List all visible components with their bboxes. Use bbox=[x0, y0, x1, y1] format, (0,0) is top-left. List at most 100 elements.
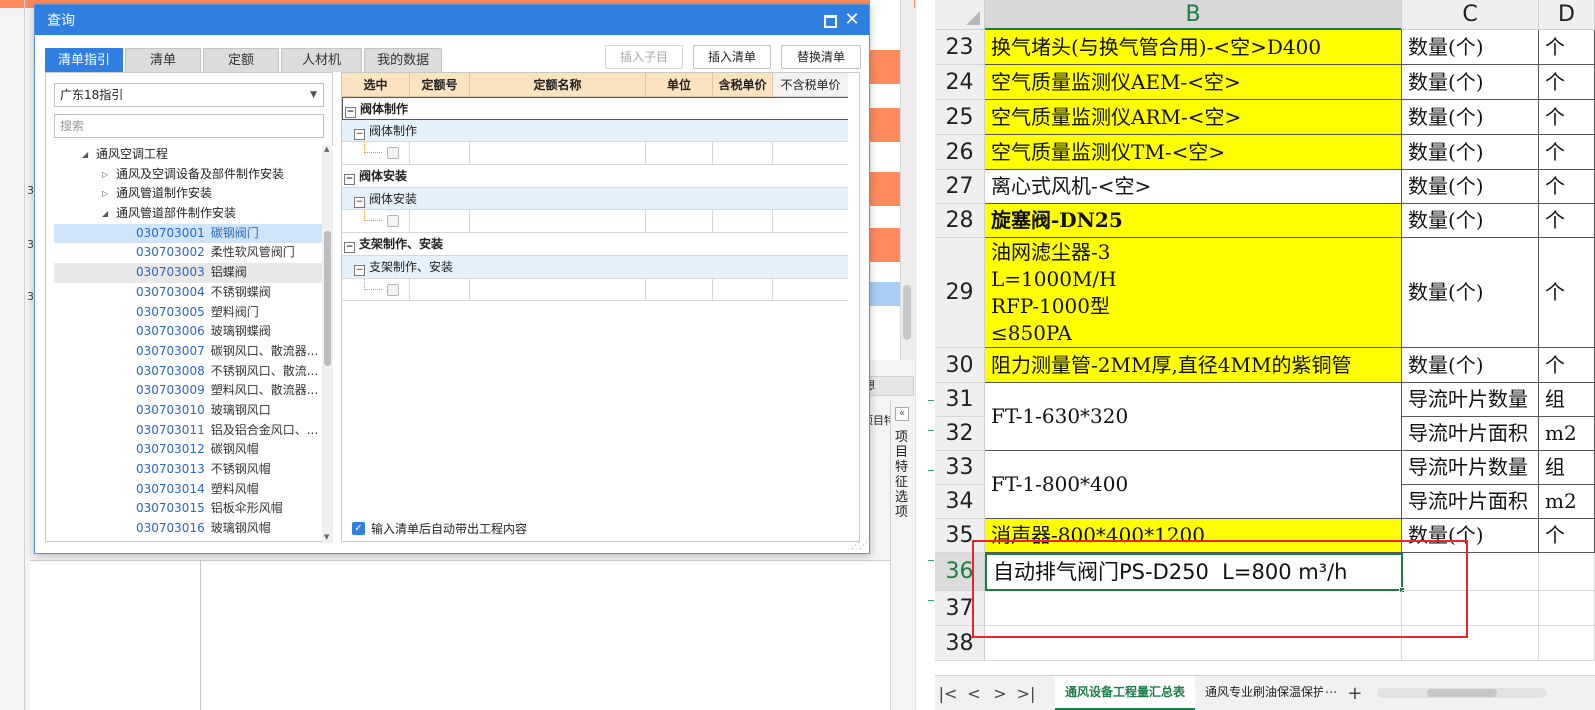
insert-child-button[interactable]: 插入子目 bbox=[605, 45, 683, 69]
row-header[interactable]: 24 bbox=[935, 65, 985, 100]
cell-c29[interactable]: 数量(个) bbox=[1402, 238, 1539, 348]
tree-leaf-item[interactable]: 030703012 碳钢风帽 bbox=[54, 440, 322, 460]
cell-c30[interactable]: 数量(个) bbox=[1402, 348, 1539, 383]
cell-d36[interactable] bbox=[1539, 553, 1595, 591]
sheet-tab-insulation[interactable]: 通风专业刷油保温保护 bbox=[1195, 676, 1323, 710]
cell-c23[interactable]: 数量(个) bbox=[1402, 30, 1539, 65]
collapsed-arrow-icon[interactable]: ▷ bbox=[102, 184, 108, 204]
cell-b27[interactable]: 离心式风机-<空> bbox=[985, 170, 1402, 204]
add-sheet-icon[interactable]: + bbox=[1347, 683, 1362, 704]
row-header[interactable]: 25 bbox=[935, 100, 985, 135]
prev-sheet-icon[interactable]: < bbox=[961, 684, 987, 703]
cell-d26[interactable]: 个 bbox=[1539, 135, 1595, 170]
row-header[interactable]: 31 bbox=[935, 383, 985, 417]
cell-d34[interactable]: m2 bbox=[1539, 485, 1595, 519]
cell-c27[interactable]: 数量(个) bbox=[1402, 170, 1539, 204]
last-sheet-icon[interactable]: >| bbox=[1013, 684, 1039, 703]
column-header-b[interactable]: B bbox=[985, 0, 1402, 30]
grid-header-tax-price[interactable]: 含税单价 bbox=[713, 73, 773, 97]
cell-b28[interactable]: 旋塞阀-DN25 bbox=[985, 204, 1402, 238]
cell-d35[interactable]: 个 bbox=[1539, 519, 1595, 553]
cell-c32[interactable]: 导流叶片面积 bbox=[1402, 417, 1539, 451]
cell-d23[interactable]: 个 bbox=[1539, 30, 1595, 65]
tree-leaf-item[interactable]: 030703005 塑料阀门 bbox=[54, 303, 322, 323]
grid-group-row[interactable]: − 阀体制作 bbox=[342, 97, 849, 120]
tree-node-group[interactable]: ▷ 通风及空调设备及部件制作安装 bbox=[54, 165, 322, 185]
replace-list-button[interactable]: 替换清单(R) bbox=[781, 45, 861, 86]
cell-d28[interactable]: 个 bbox=[1539, 204, 1595, 238]
tab-list[interactable]: 清单 bbox=[125, 48, 202, 72]
first-sheet-icon[interactable]: |< bbox=[935, 684, 961, 703]
grid-item-row[interactable] bbox=[342, 142, 849, 166]
horizontal-scrollbar[interactable] bbox=[1376, 688, 1547, 698]
tab-quota[interactable]: 定额 bbox=[203, 48, 280, 72]
tree-node-root[interactable]: ◢ 通风空调工程 bbox=[54, 145, 322, 165]
collapse-icon[interactable]: − bbox=[345, 107, 356, 118]
tree-leaf-item[interactable]: 030703006 玻璃钢蝶阀 bbox=[54, 322, 322, 342]
cell-c25[interactable]: 数量(个) bbox=[1402, 100, 1539, 135]
tree-leaf-item[interactable]: 030703010 玻璃钢风口 bbox=[54, 401, 322, 421]
grid-subgroup-row[interactable]: − 支架制作、安装 bbox=[342, 255, 849, 279]
close-icon[interactable]: ✕ bbox=[843, 11, 861, 29]
cell-c33[interactable]: 导流叶片数量 bbox=[1402, 451, 1539, 485]
next-sheet-icon[interactable]: > bbox=[987, 684, 1013, 703]
row-checkbox[interactable] bbox=[387, 283, 399, 296]
dialog-titlebar[interactable]: 查询 ✕ bbox=[35, 5, 869, 35]
expanded-arrow-icon[interactable]: ◢ bbox=[82, 145, 88, 165]
cell-c26[interactable]: 数量(个) bbox=[1402, 135, 1539, 170]
grid-item-row[interactable] bbox=[342, 278, 849, 302]
tree-leaf-item[interactable]: 030703013 不锈钢风帽 bbox=[54, 460, 322, 480]
cell-b24[interactable]: 空气质量监测仪AEM-<空> bbox=[985, 65, 1402, 100]
cell-d32[interactable]: m2 bbox=[1539, 417, 1595, 451]
insert-list-button[interactable]: 插入清单(I) bbox=[693, 45, 771, 86]
row-checkbox[interactable] bbox=[387, 215, 399, 228]
column-header-c[interactable]: C bbox=[1402, 0, 1539, 30]
cell-b33[interactable]: FT-1-800*400 bbox=[985, 451, 1402, 519]
row-header[interactable]: 27 bbox=[935, 170, 985, 204]
feature-side-panel-label[interactable]: 项目特征选项 bbox=[895, 430, 909, 520]
grid-scrollbar[interactable] bbox=[848, 73, 859, 541]
grid-header-quota-name[interactable]: 定额名称 bbox=[470, 73, 646, 97]
horizontal-scrollbar-thumb[interactable] bbox=[1426, 689, 1497, 697]
collapse-icon[interactable]: − bbox=[354, 264, 365, 276]
row-header[interactable]: 33 bbox=[935, 451, 985, 485]
cell-b23[interactable]: 换气堵头(与换气管合用)-<空>D400 bbox=[985, 30, 1402, 65]
column-header-d[interactable]: D bbox=[1539, 0, 1595, 30]
sheet-tab-summary[interactable]: 通风设备工程量汇总表 bbox=[1055, 675, 1196, 710]
row-header[interactable]: 32 bbox=[935, 417, 985, 451]
cell-d29[interactable]: 个 bbox=[1539, 238, 1595, 348]
cell-b25[interactable]: 空气质量监测仪ARM-<空> bbox=[985, 100, 1402, 135]
auto-bring-checkbox[interactable]: ✓ bbox=[352, 522, 365, 535]
tree-leaf-item[interactable]: 030703007 碳钢风口、散流器... bbox=[54, 342, 322, 362]
grid-group-row[interactable]: − 支架制作、安装 bbox=[342, 233, 849, 256]
tree-leaf-item[interactable]: 030703009 塑料风口、散流器... bbox=[54, 381, 322, 401]
tree-leaf-item[interactable]: 030703003 铝蝶阀 bbox=[54, 263, 322, 283]
background-scrollbar-thumb[interactable] bbox=[903, 285, 911, 340]
row-checkbox[interactable] bbox=[387, 147, 399, 160]
maximize-icon[interactable] bbox=[821, 11, 839, 29]
cell-b30[interactable]: 阻力测量管-2MM厚,直径4MM的紫铜管 bbox=[985, 348, 1402, 383]
tree-leaf-item[interactable]: 030703011 铝及铝合金风口、... bbox=[54, 421, 322, 441]
collapsed-arrow-icon[interactable]: ▷ bbox=[102, 165, 108, 185]
row-header[interactable]: 29 bbox=[935, 238, 985, 348]
row-header[interactable]: 30 bbox=[935, 348, 985, 383]
row-header[interactable]: 28 bbox=[935, 204, 985, 238]
collapse-icon[interactable]: − bbox=[354, 196, 365, 208]
cell-c28[interactable]: 数量(个) bbox=[1402, 204, 1539, 238]
grid-header-notax-price[interactable]: 不含税单价 bbox=[773, 73, 849, 97]
tree-node-group[interactable]: ◢ 通风管道部件制作安装 bbox=[54, 204, 322, 224]
select-all-corner[interactable] bbox=[935, 0, 985, 30]
tree-node-group[interactable]: ▷ 通风管道制作安装 bbox=[54, 184, 322, 204]
scroll-down-icon[interactable]: ▼ bbox=[324, 533, 329, 541]
row-header[interactable]: 34 bbox=[935, 485, 985, 519]
cell-b29[interactable]: 油网滤尘器-3 L=1000M/H RFP-1000型 ≤850PA bbox=[985, 238, 1402, 348]
tree-leaf-item[interactable]: 030703008 不锈钢风口、散流... bbox=[54, 362, 322, 382]
grid-group-row[interactable]: − 阀体安装 bbox=[342, 165, 849, 188]
cell-d37[interactable] bbox=[1539, 591, 1595, 626]
tree-leaf-item[interactable]: 030703015 铝板伞形风帽 bbox=[54, 499, 322, 519]
tab-my-data[interactable]: 我的数据 bbox=[364, 48, 443, 72]
grid-header-unit[interactable]: 单位 bbox=[646, 73, 713, 97]
tree-leaf-item[interactable]: 030703004 不锈钢蝶阀 bbox=[54, 283, 322, 303]
tree-scrollbar-thumb[interactable] bbox=[324, 231, 331, 366]
collapse-icon[interactable]: − bbox=[354, 128, 365, 140]
